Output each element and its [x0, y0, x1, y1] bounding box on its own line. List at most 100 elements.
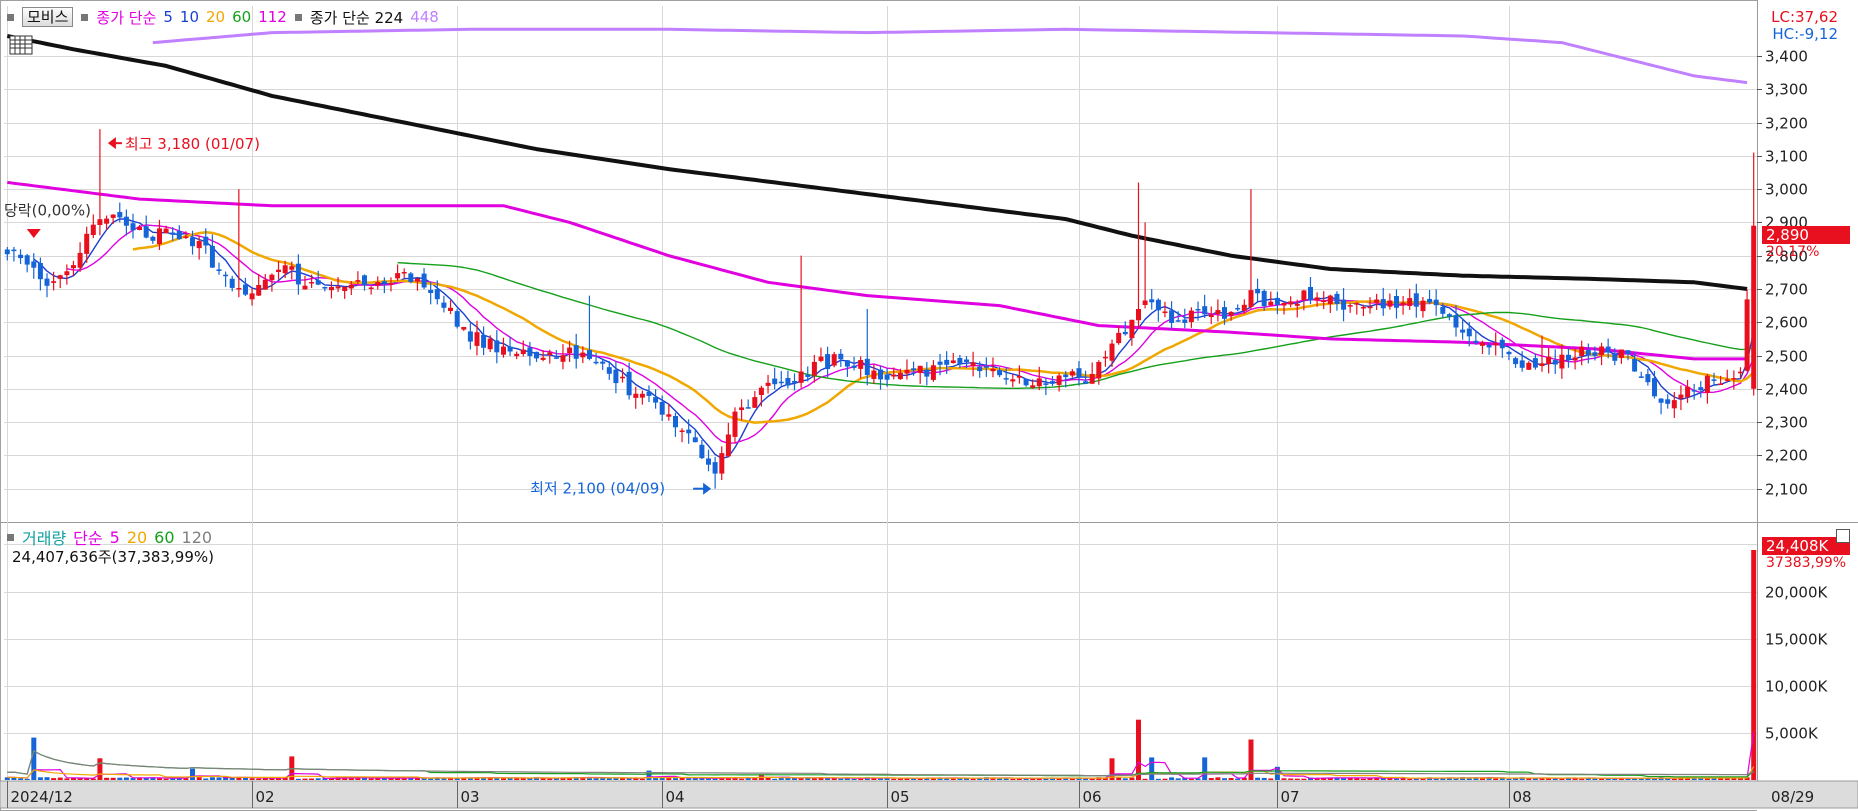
volume-bar — [653, 778, 659, 780]
price-tick-label: 2,100 — [1765, 481, 1808, 499]
candle-body — [851, 365, 857, 368]
candle-body — [1367, 306, 1373, 309]
volume-bar — [434, 778, 440, 780]
candle-body — [1334, 293, 1340, 304]
candle-body — [375, 282, 381, 286]
volume-bar — [315, 778, 321, 780]
candle-body — [1308, 287, 1313, 301]
chart-border — [0, 0, 1858, 811]
candle-body — [798, 371, 804, 383]
price-legend-ma224[interactable]: 종가 단순 224 — [310, 7, 403, 28]
candle-body — [613, 369, 619, 384]
candle-body — [163, 228, 169, 234]
volume-bar — [1136, 719, 1141, 780]
candle-body — [256, 285, 262, 296]
candle-body — [692, 437, 698, 443]
candle-body — [1407, 298, 1413, 306]
volume-legend-ma5[interactable]: 5 — [110, 528, 120, 547]
candle-body — [448, 307, 453, 311]
candle-body — [1076, 368, 1082, 377]
candle-body — [1744, 299, 1750, 371]
volume-legend-ma20[interactable]: 20 — [127, 528, 147, 547]
volume-legend-ma120[interactable]: 120 — [182, 528, 213, 547]
price-legend-ma112[interactable]: 112 — [258, 8, 287, 26]
volume-bar — [970, 778, 976, 780]
candle-body — [150, 236, 156, 241]
volume-bar — [1122, 778, 1128, 780]
candle-body — [1625, 350, 1631, 355]
price-tick-label: 3,200 — [1765, 115, 1808, 133]
candle-body — [487, 338, 493, 350]
candle-body — [1394, 296, 1399, 308]
candle-body — [388, 282, 394, 285]
candle-body — [1612, 353, 1618, 361]
candle-body — [4, 249, 10, 255]
lc-readout: LC:37,62 — [1771, 8, 1838, 26]
candle-body — [1374, 299, 1380, 303]
candle-body — [1440, 306, 1446, 314]
candle-body — [1281, 303, 1287, 306]
volume-close-icon[interactable] — [1836, 529, 1850, 543]
candle-body — [1261, 290, 1267, 307]
candle-body — [209, 245, 215, 268]
candle-body — [342, 286, 348, 291]
price-legend-ma-label[interactable]: 종가 단순 — [96, 7, 156, 28]
candle-body — [620, 376, 625, 379]
candle-body — [1645, 374, 1651, 383]
volume-bar — [686, 778, 692, 780]
price-legend-ma5[interactable]: 5 — [163, 8, 173, 26]
candle-body — [924, 369, 930, 377]
candle-body — [838, 353, 844, 360]
volume-bar — [1069, 778, 1075, 780]
candle-body — [1294, 303, 1300, 306]
candle-body — [1109, 343, 1115, 361]
volume-legend-ma60[interactable]: 60 — [154, 528, 174, 547]
volume-bar — [1010, 778, 1016, 780]
candle-body — [1559, 354, 1565, 369]
volume-bar — [203, 778, 209, 780]
candle-body — [997, 370, 1003, 376]
candle-body — [911, 368, 917, 371]
candle-body — [1638, 376, 1644, 378]
volume-bar — [673, 778, 678, 780]
candle-body — [1718, 383, 1724, 385]
price-tick-label: 2,200 — [1765, 447, 1808, 465]
candle-body — [1506, 351, 1512, 355]
candle-body — [309, 282, 315, 284]
legend-marker-icon — [7, 533, 14, 541]
volume-bar — [1288, 778, 1294, 780]
candle-body — [1592, 352, 1598, 356]
time-tick-label: 07 — [1281, 788, 1300, 806]
candle-body — [269, 274, 275, 281]
candle-body — [1665, 399, 1671, 404]
time-end-label: 08/29 — [1771, 788, 1814, 806]
candle-body — [1155, 299, 1161, 311]
candle-body — [1175, 320, 1181, 322]
price-legend-ma448[interactable]: 448 — [410, 8, 439, 26]
volume-bar — [209, 777, 215, 780]
volume-bar — [196, 777, 202, 780]
candle-body — [1360, 307, 1366, 309]
candle-body — [1658, 398, 1664, 403]
grid-toggle-icon — [9, 35, 33, 55]
candle-body — [170, 232, 176, 235]
candle-body — [1387, 300, 1393, 307]
candle-body — [520, 349, 526, 354]
candle-body — [1519, 360, 1525, 368]
candle-body — [415, 278, 420, 282]
price-legend-ma20[interactable]: 20 — [206, 8, 225, 26]
volume-bar — [44, 777, 50, 780]
price-tick-label: 2,500 — [1765, 348, 1808, 366]
volume-bar — [798, 778, 804, 780]
candle-body — [567, 347, 573, 353]
candle-body — [686, 429, 692, 434]
candle-body — [772, 378, 778, 385]
candle-body — [1268, 301, 1274, 306]
candle-body — [752, 397, 758, 408]
price-tick-label: 3,100 — [1765, 148, 1808, 166]
stock-name-button[interactable]: 모비스 — [22, 7, 74, 27]
price-legend-ma10[interactable]: 10 — [180, 8, 199, 26]
price-legend-ma60[interactable]: 60 — [232, 8, 251, 26]
candle-body — [1493, 343, 1499, 346]
volume-bar — [851, 778, 857, 780]
